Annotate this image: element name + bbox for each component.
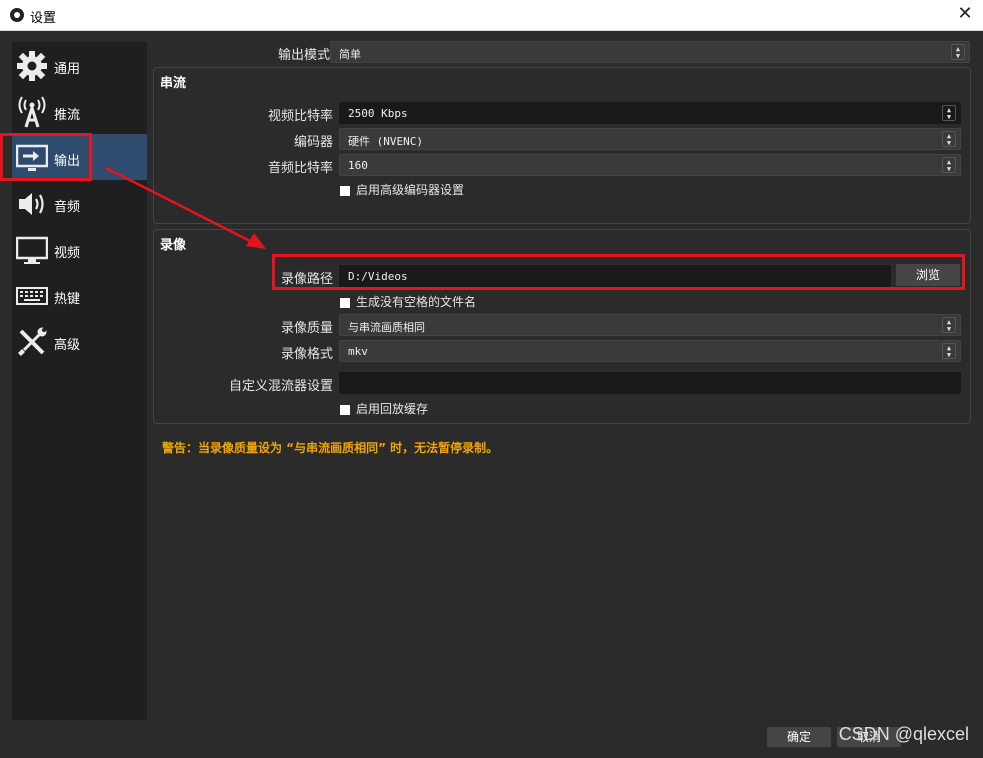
video-bitrate-spinbox[interactable]: 2500 Kbps ▲ ▼ — [339, 102, 961, 124]
highlight-box-recording-path — [272, 254, 965, 290]
chevron-updown-icon: ▲ ▼ — [942, 131, 956, 147]
muxer-settings-label: 自定义混流器设置 — [228, 379, 333, 394]
muxer-settings-input[interactable] — [339, 372, 961, 394]
watermark-text: CSDN @qlexcel — [838, 724, 969, 744]
chevron-updown-icon: ▲ ▼ — [942, 157, 956, 173]
no-space-filename-label: 生成没有空格的文件名 — [356, 295, 477, 309]
tools-icon — [18, 327, 47, 356]
recording-quality-value: 与串流画质相同 — [348, 321, 425, 334]
sidebar-item-label: 通用 — [54, 62, 81, 77]
recording-quality-label: 录像质量 — [280, 321, 333, 336]
advanced-encoder-checkbox[interactable]: 启用高级编码器设置 — [340, 181, 464, 198]
ok-button[interactable]: 确定 — [767, 727, 831, 747]
encoder-label: 编码器 — [293, 135, 333, 150]
recording-group-title: 录像 — [160, 238, 187, 253]
streaming-group-title: 串流 — [160, 76, 187, 91]
settings-client: 通用 推流 输出 音频 视频 热键 高级 输出模式 简单 ▲ ▼ 串流 视频比特… — [0, 31, 983, 758]
sidebar-item-general[interactable]: 通用 — [12, 42, 147, 88]
output-mode-select[interactable]: 简单 ▲ ▼ — [330, 41, 970, 63]
recording-format-value: mkv — [348, 345, 368, 358]
checkbox-icon[interactable] — [340, 185, 350, 196]
chevron-updown-icon: ▲ ▼ — [951, 44, 965, 60]
encoder-value: 硬件 (NVENC) — [348, 135, 423, 148]
video-bitrate-label: 视频比特率 — [267, 109, 333, 124]
recording-format-label: 录像格式 — [280, 347, 333, 362]
close-button[interactable]: ✕ — [955, 4, 975, 24]
sidebar-item-video[interactable]: 视频 — [12, 226, 147, 272]
sidebar-item-label: 高级 — [54, 338, 81, 353]
spin-arrows-icon[interactable]: ▲ ▼ — [942, 105, 956, 121]
window-title: 设置 — [30, 11, 57, 26]
warning-text: 警告：当录像质量设为 “与串流画质相同” 时，无法暂停录制。 — [162, 441, 499, 455]
audio-bitrate-value: 160 — [348, 159, 368, 172]
sidebar-item-audio[interactable]: 音频 — [12, 180, 147, 226]
no-space-filename-checkbox[interactable]: 生成没有空格的文件名 — [340, 293, 476, 310]
recording-format-select[interactable]: mkv ▲ ▼ — [339, 340, 961, 362]
gear-icon — [17, 51, 47, 81]
video-bitrate-value: 2500 Kbps — [348, 107, 408, 120]
sidebar-item-label: 热键 — [54, 292, 81, 307]
sidebar-item-label: 视频 — [54, 246, 81, 261]
checkbox-icon[interactable] — [340, 297, 350, 308]
monitor-icon — [16, 236, 48, 264]
chevron-updown-icon: ▲ ▼ — [942, 343, 956, 359]
output-mode-label: 输出模式 — [277, 48, 330, 63]
chevron-updown-icon: ▲ ▼ — [942, 317, 956, 333]
sidebar-item-label: 推流 — [54, 108, 81, 123]
output-mode-value: 简单 — [339, 48, 361, 61]
antenna-icon — [18, 96, 46, 128]
highlight-box-output — [0, 133, 92, 181]
replay-buffer-label: 启用回放缓存 — [356, 402, 429, 416]
advanced-encoder-label: 启用高级编码器设置 — [356, 183, 465, 197]
recording-quality-select[interactable]: 与串流画质相同 ▲ ▼ — [339, 314, 961, 336]
audio-bitrate-select[interactable]: 160 ▲ ▼ — [339, 154, 961, 176]
title-bar: 设置 ✕ — [0, 0, 983, 31]
sidebar-item-label: 音频 — [54, 200, 81, 215]
audio-bitrate-label: 音频比特率 — [267, 161, 333, 176]
sidebar-item-stream[interactable]: 推流 — [12, 88, 147, 134]
keyboard-icon — [16, 287, 48, 305]
replay-buffer-checkbox[interactable]: 启用回放缓存 — [340, 400, 428, 417]
speaker-icon — [19, 193, 44, 215]
sidebar-item-advanced[interactable]: 高级 — [12, 318, 147, 364]
checkbox-icon[interactable] — [340, 404, 350, 415]
obs-logo-icon — [10, 8, 24, 22]
sidebar-item-hotkeys[interactable]: 热键 — [12, 272, 147, 318]
encoder-select[interactable]: 硬件 (NVENC) ▲ ▼ — [339, 128, 961, 150]
